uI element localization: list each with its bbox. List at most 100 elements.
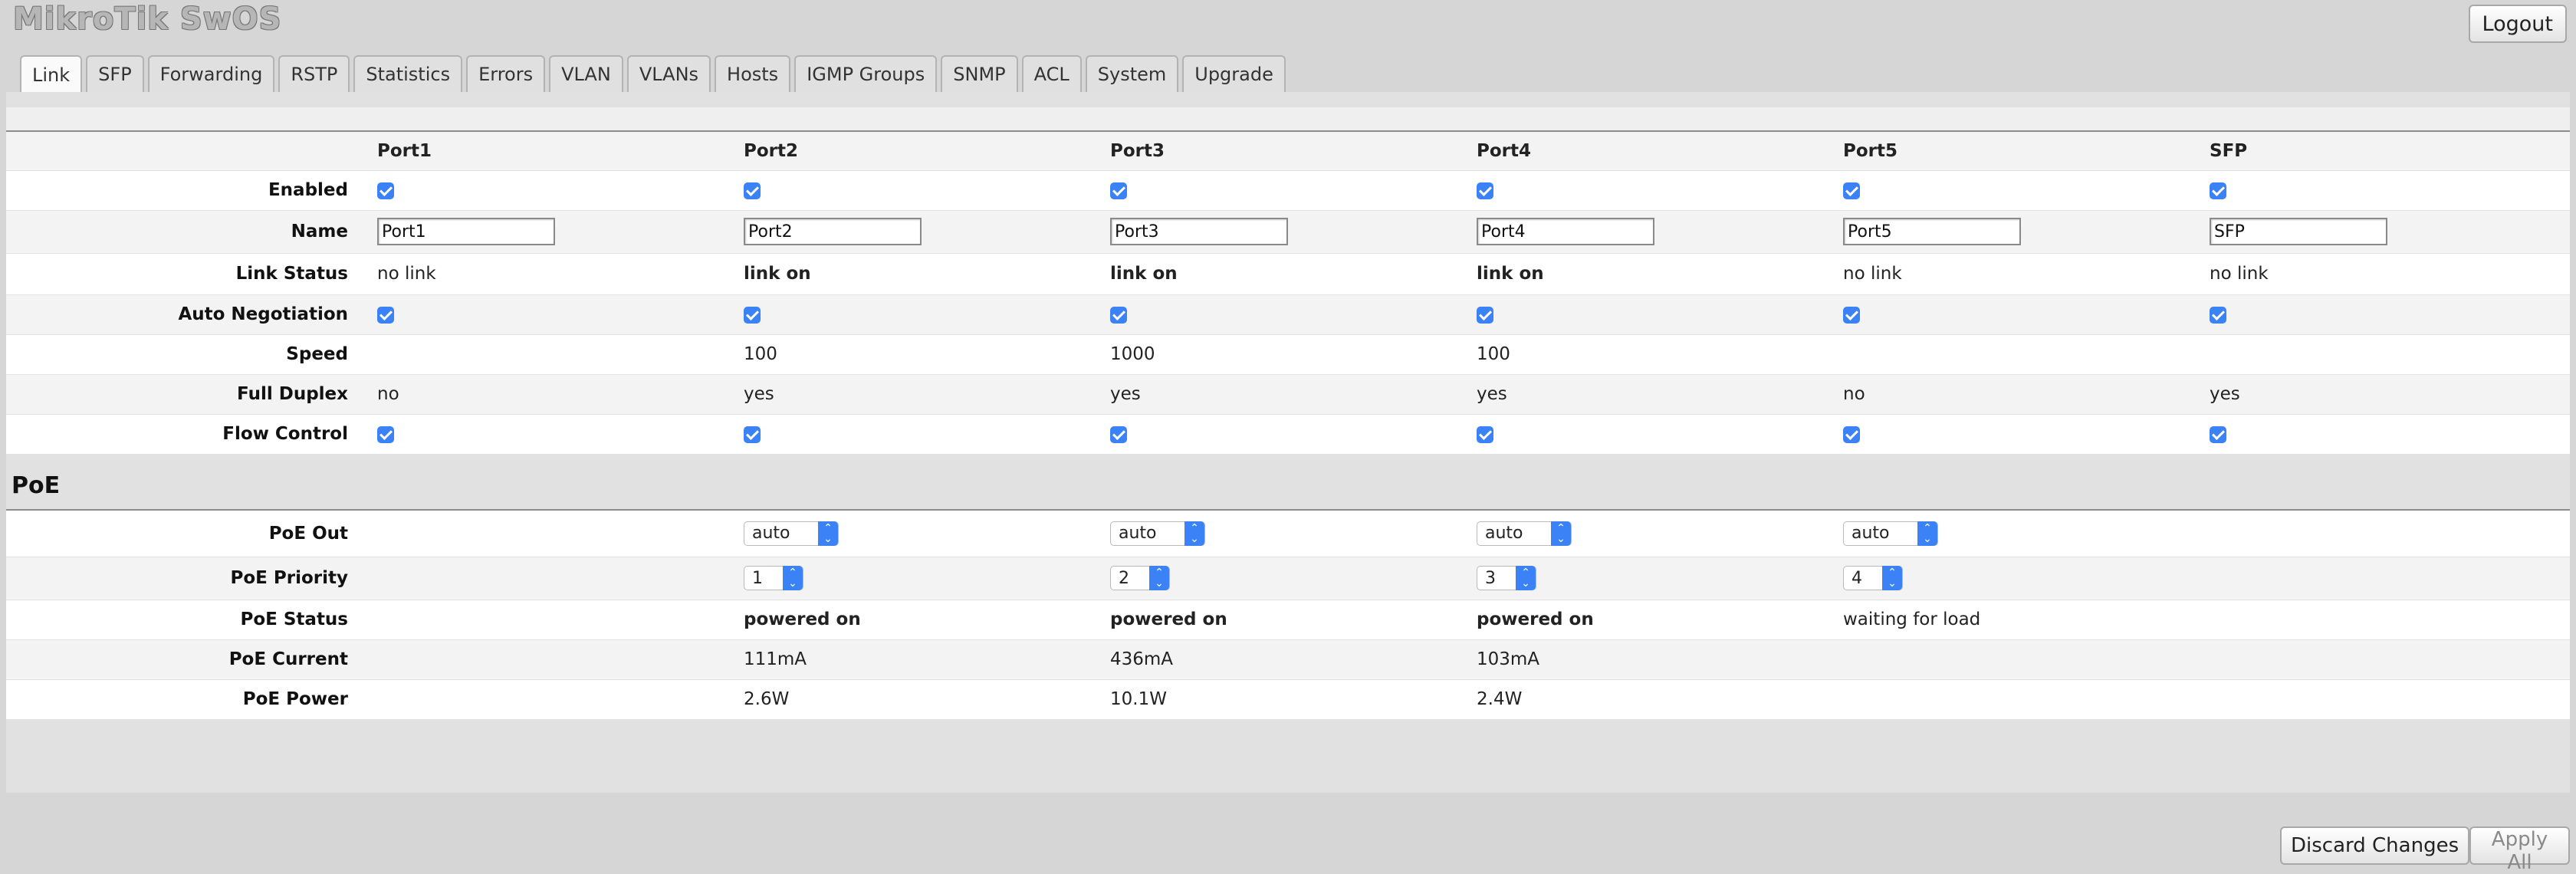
app-logo: MikroTik SwOS — [13, 2, 282, 37]
full-duplex-value: yes — [1475, 374, 1842, 415]
tab-hosts[interactable]: Hosts — [715, 55, 791, 92]
poe-status-value: powered on — [1475, 600, 1842, 640]
poe-status-label: PoE Status — [6, 600, 376, 640]
poe-status-value: powered on — [1109, 600, 1475, 640]
link-status-value: link on — [742, 253, 1109, 295]
auto-negotiation-checkbox[interactable] — [377, 306, 394, 324]
tab-snmp[interactable]: SNMP — [941, 55, 1018, 92]
flow-control-checkbox[interactable] — [1110, 426, 1127, 443]
tab-upgrade[interactable]: Upgrade — [1182, 55, 1286, 92]
enabled-checkbox[interactable] — [744, 182, 761, 199]
poe-current-row: PoE Current 111mA 436mA 103mA — [6, 639, 2570, 680]
poe-out-select[interactable]: auto ⌃ ⌄ — [744, 521, 839, 546]
select-chevron-icon: ⌃ ⌄ — [1184, 521, 1204, 546]
poe-out-select[interactable]: auto ⌃ ⌄ — [1110, 521, 1205, 546]
port-name-field[interactable] — [1477, 218, 1654, 245]
auto-negotiation-checkbox[interactable] — [1477, 306, 1493, 324]
poe-current-value: 436mA — [1109, 639, 1475, 680]
full-duplex-value: yes — [2208, 374, 2570, 415]
poe-status-value: waiting for load — [1842, 600, 2208, 640]
poe-priority-select[interactable]: 3 ⌃ ⌄ — [1477, 566, 1536, 590]
speed-value — [1842, 334, 2208, 375]
select-chevron-icon: ⌃ ⌄ — [1882, 566, 1902, 590]
speed-label: Speed — [6, 334, 376, 375]
auto-negotiation-checkbox[interactable] — [1843, 306, 1860, 324]
name-label: Name — [6, 210, 376, 254]
discard-changes-button[interactable]: Discard Changes — [2280, 826, 2470, 865]
port-name-field[interactable] — [744, 218, 922, 245]
link-status-label: Link Status — [6, 253, 376, 295]
tab-link[interactable]: Link — [20, 55, 83, 94]
tab-vlans[interactable]: VLANs — [626, 55, 711, 92]
flow-control-checkbox[interactable] — [2210, 426, 2226, 443]
speed-value: 1000 — [1109, 334, 1475, 375]
auto-negotiation-checkbox[interactable] — [1110, 306, 1127, 324]
enabled-label: Enabled — [6, 170, 376, 211]
flow-control-checkbox[interactable] — [377, 426, 394, 443]
poe-section-title: PoE — [12, 472, 61, 499]
poe-priority-select[interactable]: 4 ⌃ ⌄ — [1843, 566, 1903, 590]
tab-statistics[interactable]: Statistics — [353, 55, 463, 92]
enabled-checkbox[interactable] — [1110, 182, 1127, 199]
enabled-checkbox[interactable] — [2210, 182, 2226, 199]
flow-control-checkbox[interactable] — [1843, 426, 1860, 443]
poe-current-value — [2208, 639, 2570, 680]
enabled-checkbox[interactable] — [1477, 182, 1493, 199]
port-header: Port5 — [1842, 132, 2208, 171]
name-row: Name — [6, 210, 2570, 254]
auto-negotiation-checkbox[interactable] — [744, 306, 761, 324]
select-chevron-icon: ⌃ ⌄ — [1917, 521, 1937, 546]
port-name-field[interactable] — [377, 218, 555, 245]
poe-current-value — [1842, 639, 2208, 680]
poe-out-label: PoE Out — [6, 511, 376, 557]
apply-all-button[interactable]: Apply All — [2469, 826, 2570, 874]
port-name-field[interactable] — [2210, 218, 2387, 245]
poe-power-value — [2208, 679, 2570, 720]
poe-current-label: PoE Current — [6, 639, 376, 680]
poe-power-value — [376, 679, 742, 720]
full-duplex-value: no — [376, 374, 742, 415]
tab-errors[interactable]: Errors — [466, 55, 546, 92]
poe-status-value — [2208, 600, 2570, 640]
port-header: Port3 — [1109, 132, 1475, 171]
tab-forwarding[interactable]: Forwarding — [147, 55, 275, 92]
poe-power-value: 10.1W — [1109, 679, 1475, 720]
flow-control-checkbox[interactable] — [1477, 426, 1493, 443]
enabled-checkbox[interactable] — [1843, 182, 1860, 199]
tab-acl[interactable]: ACL — [1021, 55, 1082, 92]
enabled-checkbox[interactable] — [377, 182, 394, 199]
full-duplex-label: Full Duplex — [6, 374, 376, 415]
tab-igmp-groups[interactable]: IGMP Groups — [794, 55, 938, 92]
poe-out-select[interactable]: auto ⌃ ⌄ — [1843, 521, 1938, 546]
poe-priority-select[interactable]: 2 ⌃ ⌄ — [1110, 566, 1170, 590]
select-chevron-icon: ⌃ ⌄ — [1149, 566, 1169, 590]
poe-out-select[interactable]: auto ⌃ ⌄ — [1477, 521, 1572, 546]
poe-table: PoE Out auto ⌃ ⌄ auto ⌃ ⌄ auto ⌃ ⌄ auto ⌃ ⌄ PoE … — [6, 511, 2570, 720]
poe-status-value: powered on — [742, 600, 1109, 640]
full-duplex-row: Full Duplex no yes yes yes no yes — [6, 374, 2570, 415]
flow-control-checkbox[interactable] — [744, 426, 761, 443]
port-name-field[interactable] — [1843, 218, 2021, 245]
poe-current-value — [376, 639, 742, 680]
port-name-field[interactable] — [1110, 218, 1288, 245]
poe-status-value — [376, 600, 742, 640]
tab-rstp[interactable]: RSTP — [278, 55, 350, 92]
port-header: SFP — [2208, 132, 2570, 171]
flow-control-row: Flow Control — [6, 414, 2570, 455]
link-table: Port1 Port2 Port3 Port4 Port5 SFP Enable… — [6, 132, 2570, 455]
poe-current-value: 103mA — [1475, 639, 1842, 680]
speed-row: Speed 100 1000 100 — [6, 334, 2570, 375]
tab-system[interactable]: System — [1085, 55, 1179, 92]
poe-priority-select[interactable]: 1 ⌃ ⌄ — [744, 566, 803, 590]
full-duplex-value: yes — [742, 374, 1109, 415]
link-status-value: no link — [2208, 253, 2570, 295]
speed-value: 100 — [742, 334, 1109, 375]
flow-control-label: Flow Control — [6, 414, 376, 455]
tab-vlan[interactable]: VLAN — [549, 55, 623, 92]
link-status-value: link on — [1475, 253, 1842, 295]
tab-sfp[interactable]: SFP — [86, 55, 144, 92]
port-header: Port1 — [376, 132, 742, 171]
logout-button[interactable]: Logout — [2468, 5, 2567, 43]
auto-negotiation-checkbox[interactable] — [2210, 306, 2226, 324]
port-header: Port2 — [742, 132, 1109, 171]
